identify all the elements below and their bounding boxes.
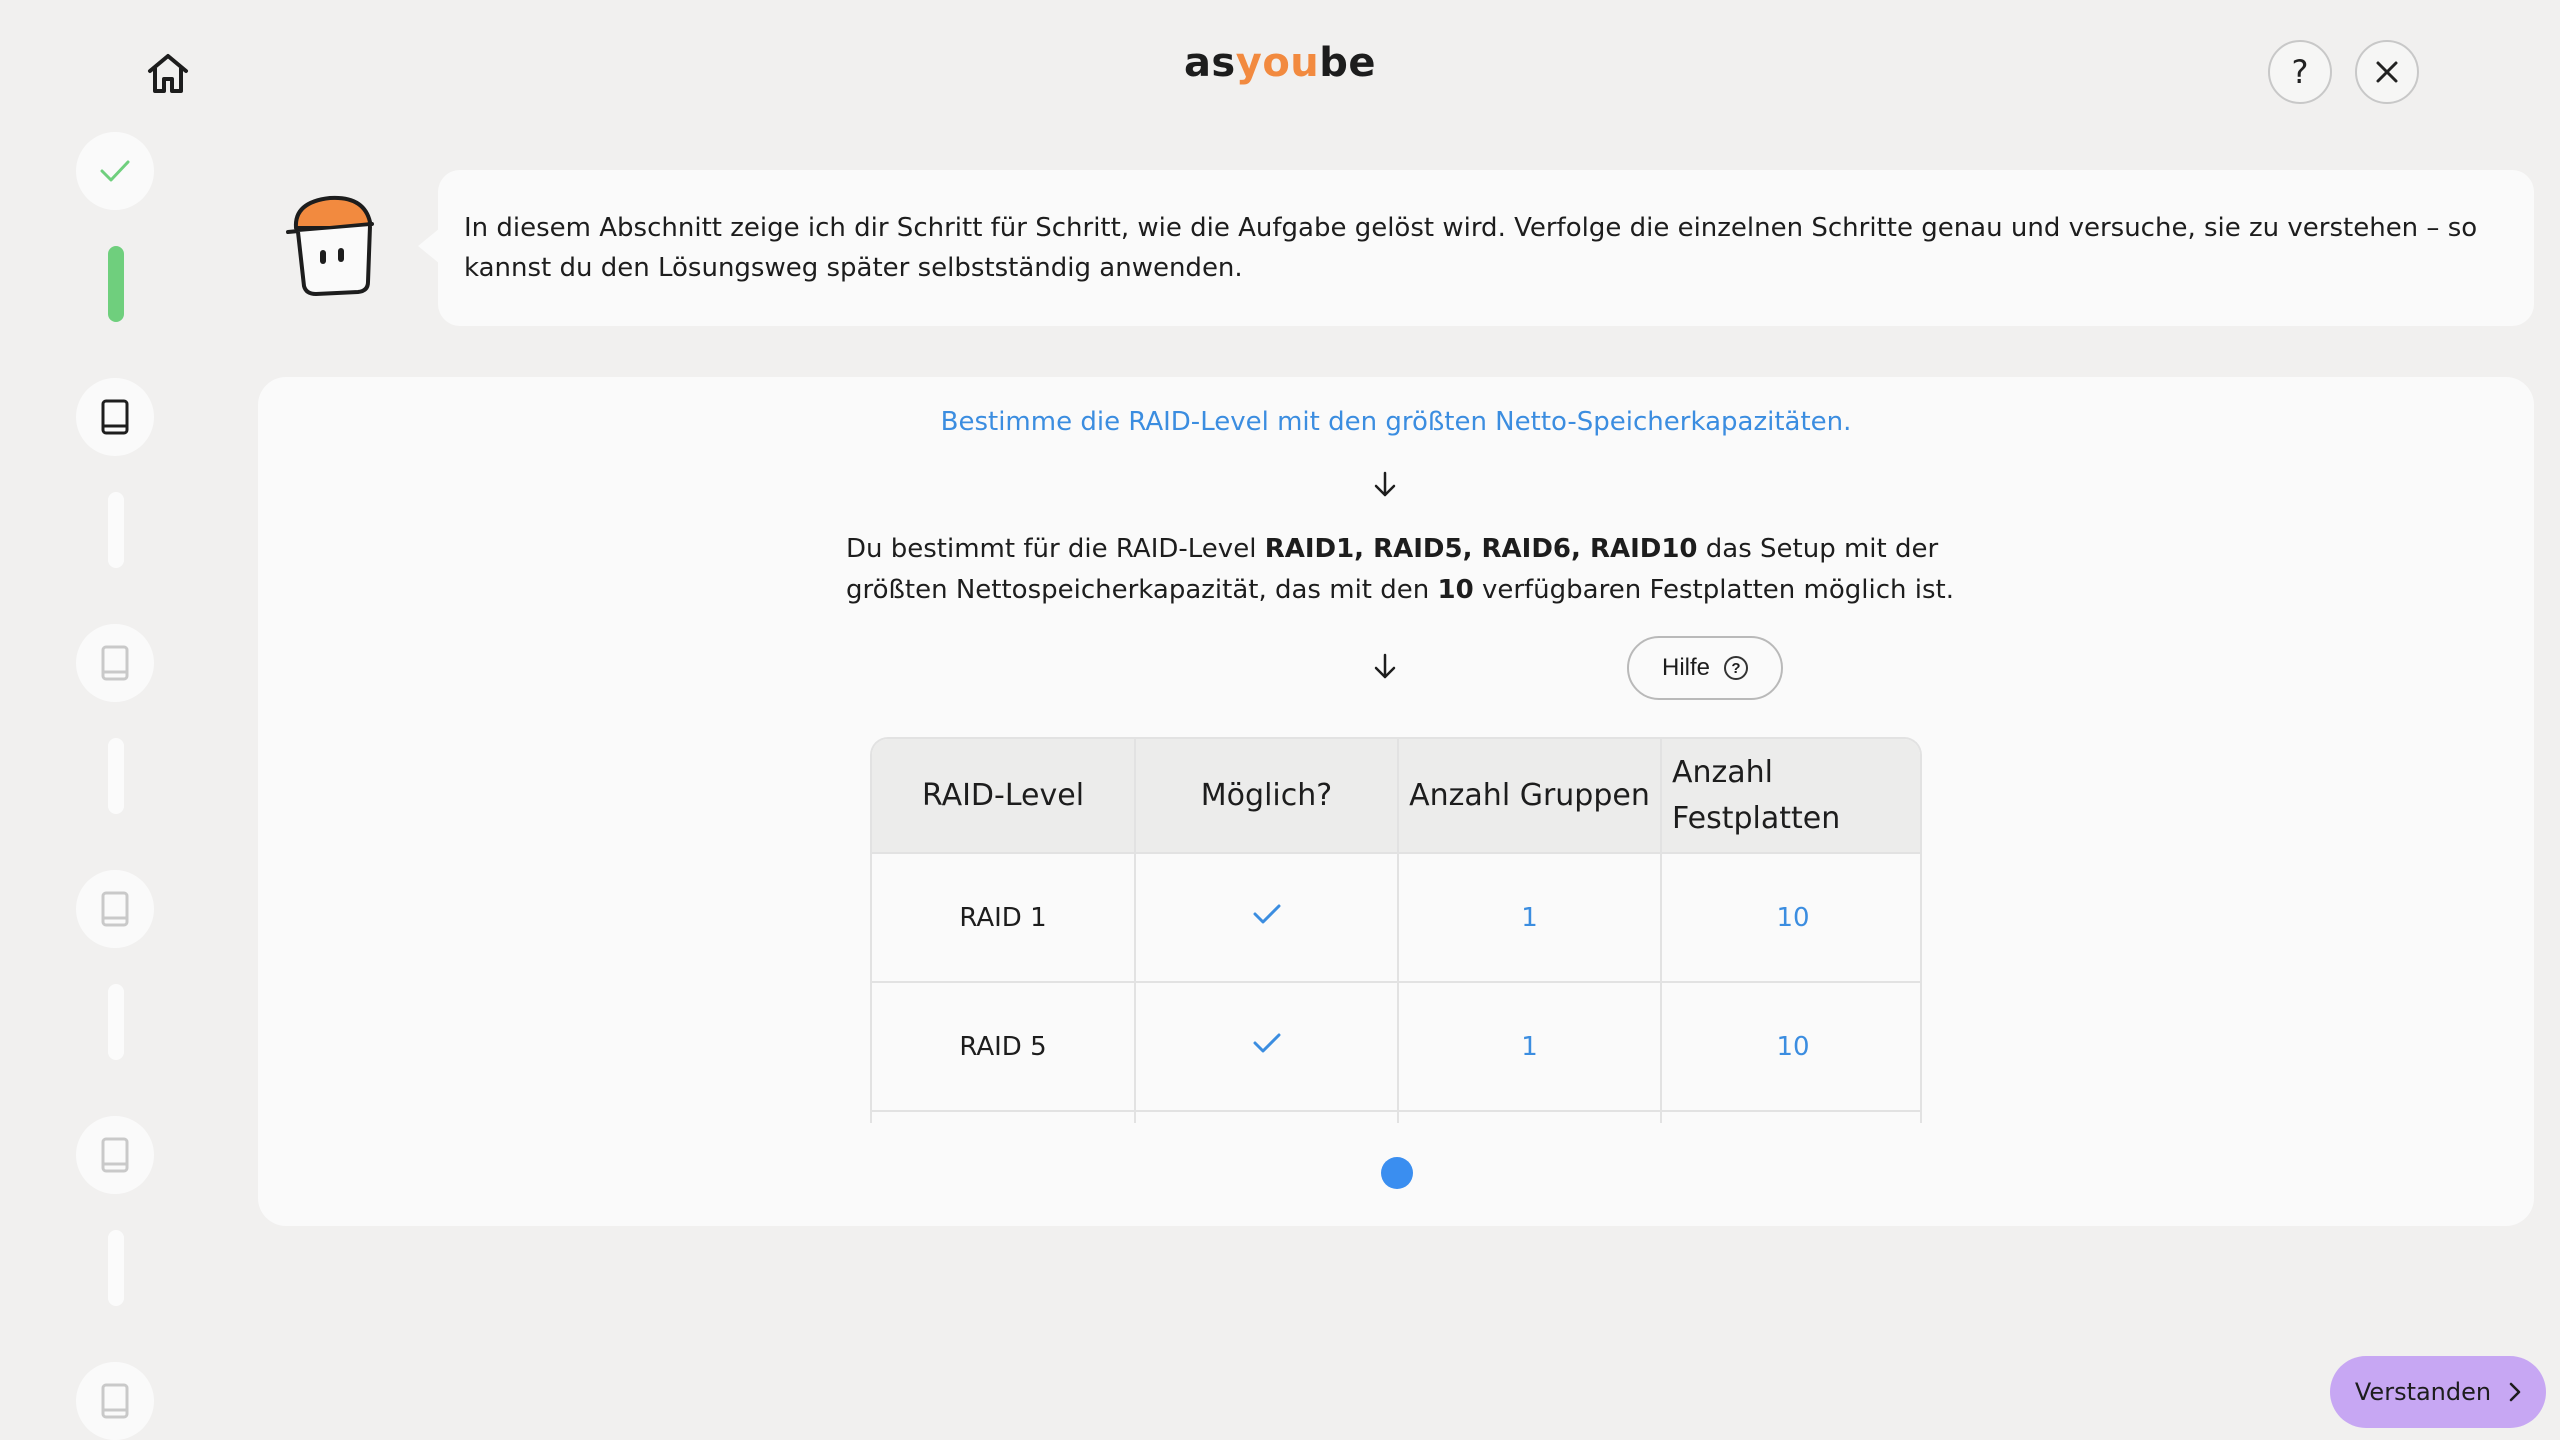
cell-disk-count: 10 [1661,853,1920,983]
book-icon [101,645,129,681]
pagination-dot[interactable] [1381,1157,1413,1189]
check-icon [100,160,130,182]
close-button[interactable] [2355,40,2419,104]
arrow-down-icon [1369,469,1401,501]
step-node-completed[interactable] [76,132,154,210]
tutor-speech-bubble: In diesem Abschnitt zeige ich dir Schrit… [418,170,2534,326]
brand-logo: asyoube [1183,40,1377,86]
cell-raid-level: RAID 1 [872,853,1136,983]
header-possible: Möglich? [1135,739,1399,854]
progress-connector [108,738,124,814]
step-node[interactable] [76,870,154,948]
cell-raid-level: RAID 5 [872,982,1136,1112]
progress-connector [108,1230,124,1306]
chevron-right-icon [2509,1382,2521,1402]
book-icon [101,1137,129,1173]
question-icon: ? [2291,53,2309,91]
book-icon [101,891,129,927]
book-icon [101,1383,129,1419]
progress-connector [108,492,124,568]
verstanden-label: Verstanden [2354,1378,2492,1406]
table-row: RAID 1 1 10 [872,853,1920,983]
tutor-avatar [282,188,382,302]
question-circle-icon: ? [1724,656,1748,680]
task-description: Du bestimmt für die RAID-Level RAID1, RA… [846,534,1954,605]
hilfe-button[interactable]: Hilfe ? [1627,636,1783,700]
task-title: Bestimme die RAID-Level mit den größten … [940,407,1852,437]
help-button[interactable]: ? [2268,40,2332,104]
arrow-down-icon [1369,651,1401,683]
raid-table: RAID-Level Möglich? Anzahl Gruppen Anzah… [872,739,1920,1123]
cell-empty [1661,1111,1920,1123]
step-node[interactable] [76,1116,154,1194]
header-raid-level: RAID-Level [872,739,1136,854]
step-node[interactable] [76,624,154,702]
cell-possible [1135,982,1399,1112]
step-node-current[interactable] [76,378,154,456]
book-icon [101,399,129,435]
cell-group-count: 1 [1398,853,1662,983]
cell-group-count: 1 [1398,982,1662,1112]
check-icon [1253,1033,1280,1053]
raid-table-container[interactable]: RAID-Level Möglich? Anzahl Gruppen Anzah… [870,737,1922,1123]
check-icon [1253,904,1280,924]
cell-empty [1135,1111,1399,1123]
solution-card: Bestimme die RAID-Level mit den größten … [258,377,2534,1226]
table-row-partial [872,1111,1920,1123]
cell-empty [872,1111,1136,1123]
cell-disk-count: 10 [1661,982,1920,1112]
progress-connector [108,984,124,1060]
progress-connector-done [108,246,124,322]
hilfe-label: Hilfe [1661,654,1710,681]
table-header-row: RAID-Level Möglich? Anzahl Gruppen Anzah… [872,739,1920,854]
cell-possible [1135,853,1399,983]
table-row: RAID 5 1 10 [872,982,1920,1112]
header-disk-count: Anzahl Festplatten [1661,739,1920,854]
verstanden-button[interactable]: Verstanden [2330,1356,2546,1428]
progress-rail [76,0,156,1440]
close-icon [2376,61,2398,83]
step-node[interactable] [76,1362,154,1440]
header-group-count: Anzahl Gruppen [1398,739,1662,854]
cell-empty [1398,1111,1662,1123]
bubble-text: In diesem Abschnitt zeige ich dir Schrit… [464,213,2478,283]
